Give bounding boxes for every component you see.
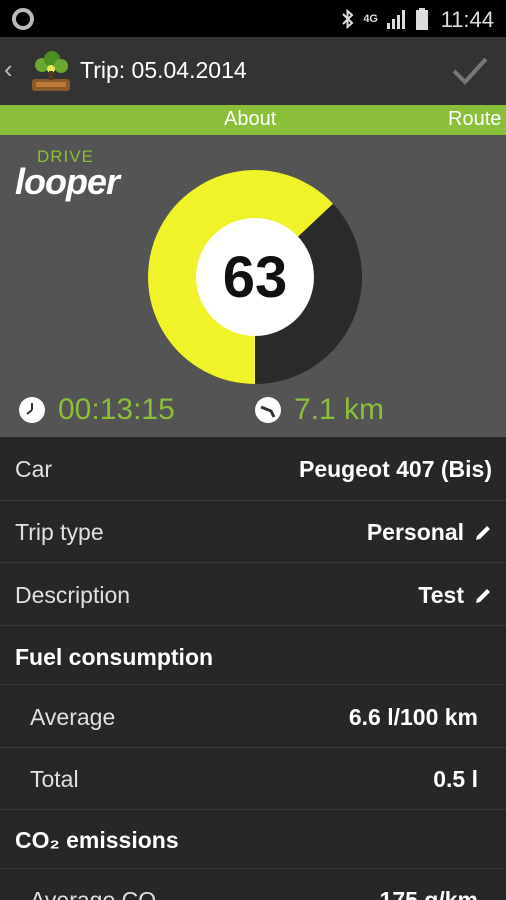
description-value: Test: [418, 582, 464, 608]
tab-route[interactable]: Route: [448, 108, 501, 131]
network-type-label: 4G: [363, 13, 378, 25]
battery-icon: [416, 8, 428, 30]
trip-type-value-group: Personal: [367, 519, 492, 546]
fuel-average-label: Average: [30, 704, 116, 730]
action-bar: ‹ Trip: 05.04.2014: [0, 37, 506, 105]
car-value: Peugeot 407 (Bis): [299, 456, 492, 482]
check-button[interactable]: [450, 51, 490, 91]
trip-type-value: Personal: [366, 519, 464, 545]
back-chevron-icon[interactable]: ‹: [4, 54, 13, 85]
description-row[interactable]: Description Test: [0, 563, 506, 626]
odometer-icon: [255, 397, 281, 423]
page-title: Trip: 05.04.2014: [80, 57, 247, 83]
fuel-average-value: 6.6 l/100 km: [348, 704, 478, 730]
brand-line2: looper: [15, 161, 120, 202]
co2-header-label: CO₂ emissions: [15, 827, 179, 853]
duration-stat: 00:13:15: [18, 393, 175, 427]
signal-icon: [387, 10, 405, 29]
edit-pencil-icon[interactable]: [474, 524, 492, 542]
co2-section-header: CO₂ emissions: [0, 810, 506, 869]
app-logo-icon[interactable]: [28, 49, 74, 95]
description-value-group: Test: [418, 582, 492, 609]
trip-type-label: Trip type: [15, 519, 104, 545]
score-gauge: 63: [148, 169, 362, 384]
distance-stat: 7.1 km: [254, 393, 384, 427]
duration-value: 00:13:15: [58, 393, 175, 426]
tab-about[interactable]: About: [224, 108, 276, 131]
co2-average-value: 175 g/km: [379, 887, 478, 900]
fuel-section-header: Fuel consumption: [0, 626, 506, 685]
tab-bar: About Route: [0, 105, 506, 135]
fuel-total-value: 0.5 l: [433, 766, 478, 792]
notification-circle-icon: [12, 8, 34, 30]
co2-average-row: Average CO₂ 175 g/km: [0, 869, 506, 900]
status-time: 11:44: [440, 7, 494, 32]
fuel-total-row: Total 0.5 l: [0, 748, 506, 810]
car-row[interactable]: Car Peugeot 407 (Bis): [0, 437, 506, 501]
bluetooth-icon: [342, 9, 354, 29]
distance-value: 7.1 km: [294, 393, 385, 426]
status-bar: 4G 11:44: [0, 0, 506, 37]
fuel-header-label: Fuel consumption: [15, 644, 214, 670]
description-label: Description: [15, 582, 131, 608]
fuel-average-row: Average 6.6 l/100 km: [0, 685, 506, 748]
clock-icon: [19, 397, 45, 423]
trip-type-row[interactable]: Trip type Personal: [0, 501, 506, 563]
score-value: 63: [223, 245, 288, 310]
trip-summary: DRIVE looper 63 00:13:15 7.1 km: [0, 135, 506, 437]
fuel-total-label: Total: [30, 766, 79, 792]
drivelooper-logo: DRIVE looper: [15, 147, 125, 207]
status-icons: 4G: [341, 8, 428, 30]
co2-average-label: Average CO₂: [30, 887, 166, 900]
car-label: Car: [15, 456, 53, 482]
edit-pencil-icon[interactable]: [474, 587, 492, 605]
